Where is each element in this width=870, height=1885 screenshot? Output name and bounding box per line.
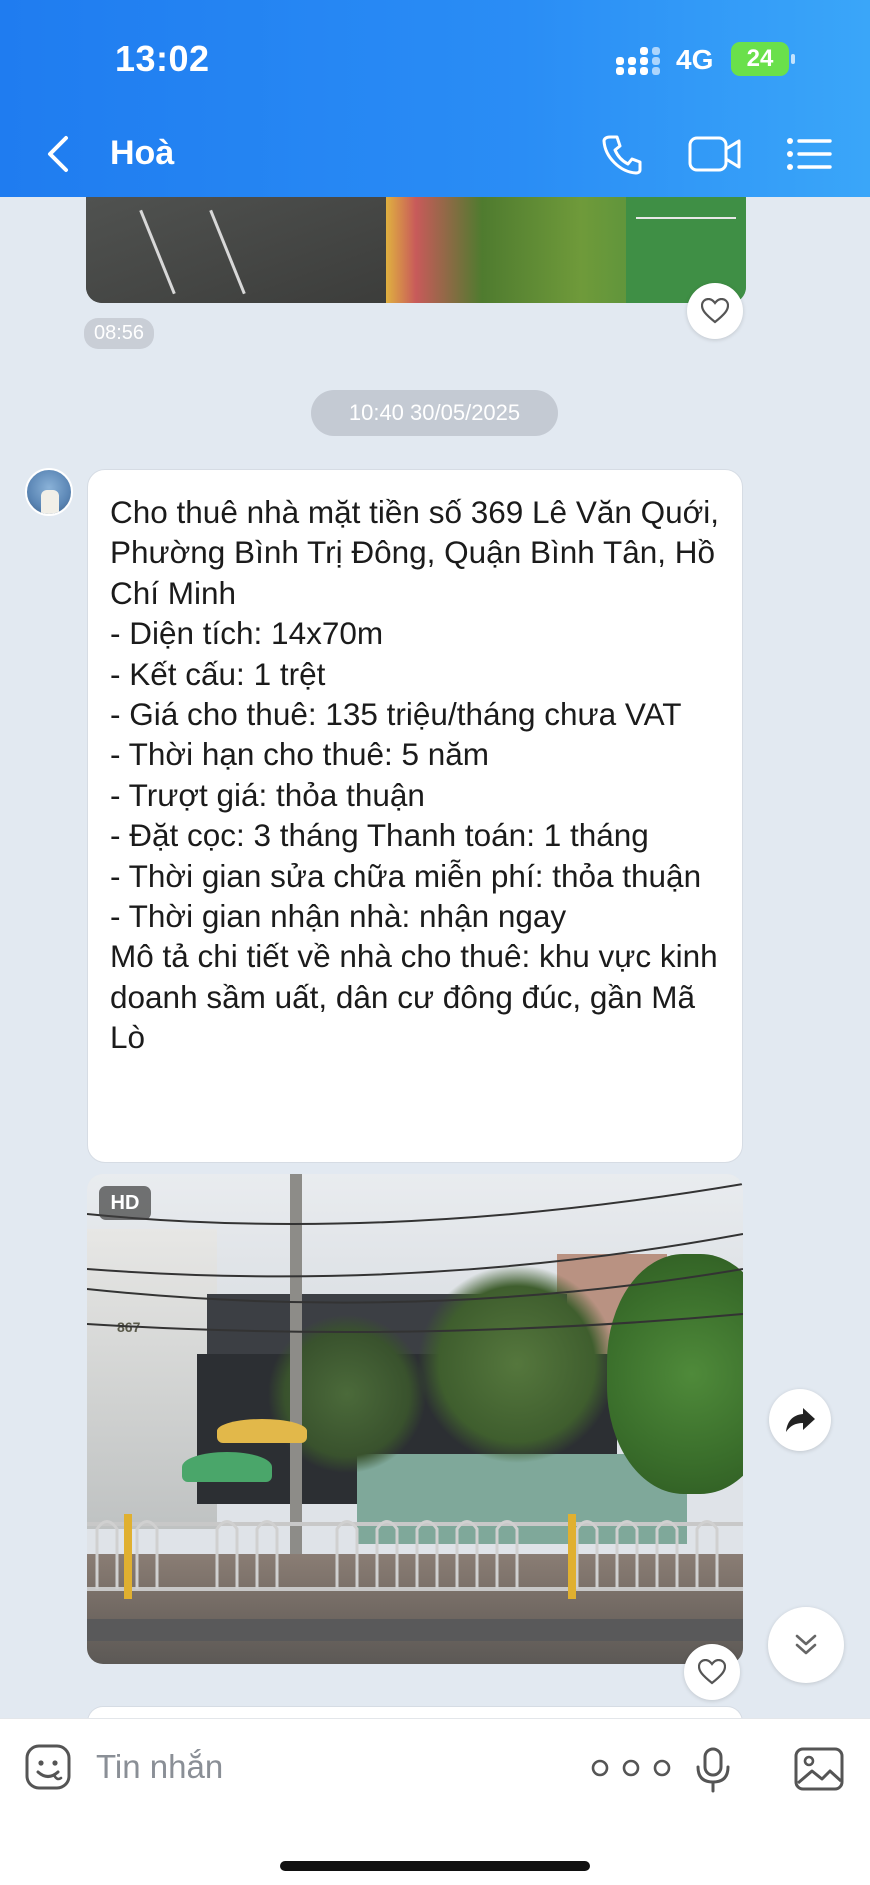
photo-fence xyxy=(87,1514,743,1599)
hd-badge: HD xyxy=(99,1186,151,1220)
signal-icon xyxy=(616,47,660,75)
react-heart-button[interactable] xyxy=(687,283,743,339)
share-button[interactable] xyxy=(769,1389,831,1451)
share-icon xyxy=(786,1408,815,1432)
double-chevron-down-icon xyxy=(795,1634,817,1655)
sticker-icon[interactable] xyxy=(24,1743,72,1791)
react-heart-button[interactable] xyxy=(684,1644,740,1700)
photo-kerb xyxy=(87,1619,743,1641)
home-indicator xyxy=(280,1861,590,1871)
chat-header: 13:02 4G 24 Hoà xyxy=(0,0,870,197)
avatar[interactable] xyxy=(25,468,73,516)
battery-indicator: 24 xyxy=(731,42,795,76)
heart-icon xyxy=(698,1659,726,1685)
photo-umbrella xyxy=(217,1419,307,1443)
photo-power-lines xyxy=(87,1183,743,1333)
phone-icon[interactable] xyxy=(600,132,644,176)
list-menu-icon[interactable] xyxy=(786,136,832,172)
heart-icon xyxy=(701,298,729,324)
message-input[interactable] xyxy=(96,1737,556,1797)
date-separator: 10:40 30/05/2025 xyxy=(311,390,558,436)
text-message-bubble[interactable]: Cho thuê nhà mặt tiền số 369 Lê Văn Quới… xyxy=(87,469,743,1163)
photo-message[interactable]: 867 HD xyxy=(87,1174,743,1664)
contact-name[interactable]: Hoà xyxy=(110,134,174,173)
mic-icon[interactable] xyxy=(694,1747,732,1793)
more-dots-icon[interactable] xyxy=(586,1757,676,1779)
status-time: 13:02 xyxy=(115,38,210,79)
chevron-left-icon[interactable] xyxy=(42,132,76,176)
message-time: 08:56 xyxy=(84,318,155,349)
image-road xyxy=(86,197,386,303)
photo-umbrella xyxy=(182,1452,272,1482)
previous-image-message[interactable] xyxy=(86,197,746,303)
message-input-bar xyxy=(0,1718,870,1885)
message-text: Cho thuê nhà mặt tiền số 369 Lê Văn Quới… xyxy=(110,494,720,1056)
scroll-to-bottom-button[interactable] xyxy=(768,1607,844,1683)
network-label: 4G xyxy=(676,44,714,75)
image-icon[interactable] xyxy=(794,1747,844,1791)
video-icon[interactable] xyxy=(688,134,742,174)
